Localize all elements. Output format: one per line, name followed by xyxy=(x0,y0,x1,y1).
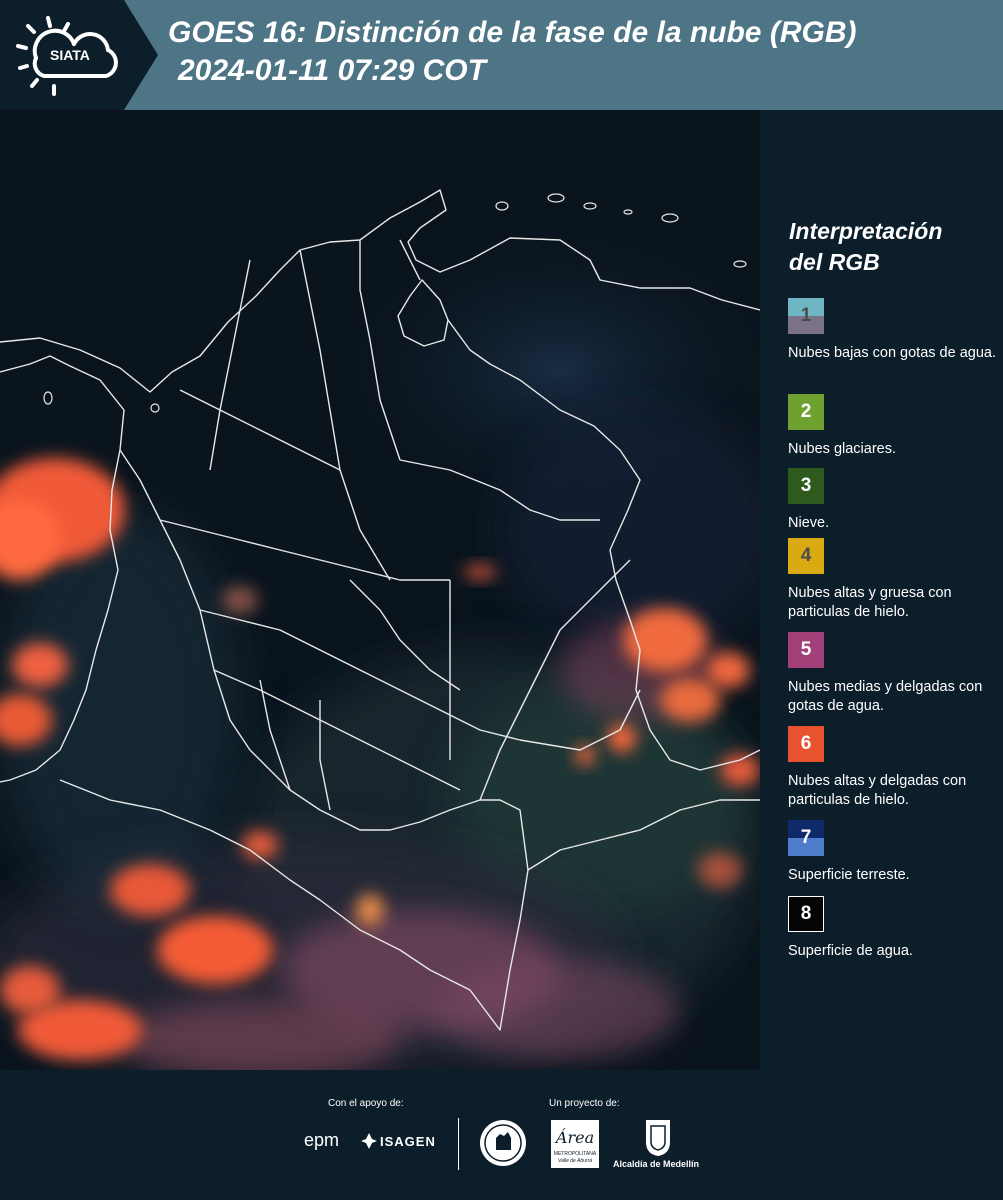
legend-label-8: Superficie de agua. xyxy=(788,943,913,959)
header: SIATA GOES 16: Distinción de la fase de … xyxy=(0,0,1003,110)
legend-swatch-2: 2 xyxy=(788,394,824,430)
isagen-icon xyxy=(361,1133,377,1149)
legend-item-3: 3 Nieve. xyxy=(788,468,998,533)
footer-divider xyxy=(458,1118,459,1170)
epm-logo: epm xyxy=(304,1130,340,1150)
page-title: GOES 16: Distinción de la fase de la nub… xyxy=(168,14,988,90)
legend-swatch-5: 5 xyxy=(788,632,824,668)
legend-title: Interpretación del RGB xyxy=(789,216,994,278)
legend-item-8: 8 Superficie de agua. xyxy=(788,896,998,961)
title-line-2: 2024-01-11 07:29 COT xyxy=(178,54,486,87)
legend-swatch-7: 7 xyxy=(788,820,824,856)
satellite-map xyxy=(0,110,760,1070)
alcaldia-logo: Alcaldía de Medellín xyxy=(613,1159,700,1169)
legend-item-6: 6 Nubes altas y delgadas con particulas … xyxy=(788,726,998,810)
legend-item-7: 7 Superficie terreste. xyxy=(788,820,998,885)
legend-label-4: Nubes altas y gruesa con particulas de h… xyxy=(788,585,952,620)
legend-title-line-1: Interpretación xyxy=(789,218,943,244)
legend-panel: Interpretación del RGB 1 Nubes bajas con… xyxy=(760,110,1003,1070)
legend-item-5: 5 Nubes medias y delgadas con gotas de a… xyxy=(788,632,998,716)
project-caption: Un proyecto de: xyxy=(549,1098,620,1109)
seal-logo xyxy=(480,1120,526,1166)
title-line-1: GOES 16: Distinción de la fase de la nub… xyxy=(168,16,857,49)
legend-swatch-8: 8 xyxy=(788,896,824,932)
legend-label-5: Nubes medias y delgadas con gotas de agu… xyxy=(788,679,983,714)
legend-swatch-6: 6 xyxy=(788,726,824,762)
support-caption: Con el apoyo de: xyxy=(328,1098,404,1109)
legend-label-6: Nubes altas y delgadas con particulas de… xyxy=(788,773,967,808)
area-metropolitana-logo: Área METROPOLITANA Valle de Aburrá xyxy=(551,1120,599,1168)
alcaldia-shield-icon xyxy=(646,1120,670,1156)
legend-swatch-1: 1 xyxy=(788,298,824,334)
legend-item-4: 4 Nubes altas y gruesa con particulas de… xyxy=(788,538,998,622)
legend-swatch-4: 4 xyxy=(788,538,824,574)
legend-label-1: Nubes bajas con gotas de agua. xyxy=(788,345,996,361)
legend-title-line-2: del RGB xyxy=(789,249,880,275)
legend-label-7: Superficie terreste. xyxy=(788,867,910,883)
legend-label-2: Nubes glaciares. xyxy=(788,441,896,457)
logo-text: SIATA xyxy=(50,47,90,63)
footer: Con el apoyo de: Un proyecto de: epm ISA… xyxy=(0,1070,1003,1200)
legend-item-2: 2 Nubes glaciares. xyxy=(788,394,998,459)
satellite-image xyxy=(0,110,760,1070)
legend-label-3: Nieve. xyxy=(788,515,830,531)
legend-item-1: 1 Nubes bajas con gotas de agua. xyxy=(788,298,998,363)
legend-swatch-3: 3 xyxy=(788,468,824,504)
isagen-logo: ISAGEN xyxy=(380,1134,436,1149)
